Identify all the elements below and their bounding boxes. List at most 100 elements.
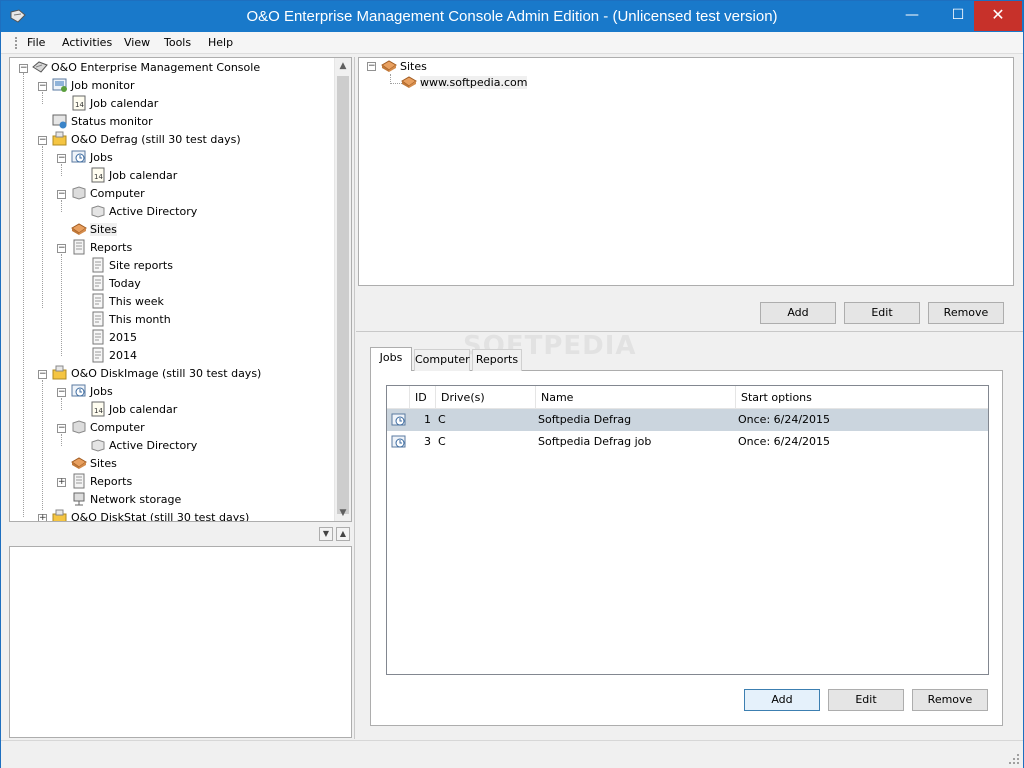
tree-item-status-monitor[interactable]: Status monitor bbox=[52, 113, 153, 131]
menu-view[interactable]: View bbox=[124, 36, 150, 49]
tree-item-oo-diskimage[interactable]: O&O DiskImage (still 30 test days) bbox=[52, 365, 261, 383]
tree-item-console[interactable]: O&O Enterprise Management Console bbox=[32, 59, 260, 77]
sites-icon bbox=[71, 457, 87, 469]
report-page-icon bbox=[92, 311, 104, 327]
tree-item-diskimage-active-directory[interactable]: Active Directory bbox=[90, 437, 197, 455]
tree-item-defrag-sites[interactable]: Sites bbox=[71, 221, 117, 239]
col-start-options-header[interactable]: Start options bbox=[736, 386, 988, 409]
tree-item-job-monitor[interactable]: Job monitor bbox=[52, 77, 135, 95]
site-item-softpedia[interactable]: www.softpedia.com bbox=[401, 74, 528, 92]
scroll-up-icon[interactable]: ▲ bbox=[335, 58, 351, 74]
tab-computer[interactable]: Computer bbox=[414, 349, 470, 371]
menu-file[interactable]: File bbox=[27, 36, 45, 49]
table-row[interactable]: 1 C Softpedia Defrag Once: 6/24/2015 bbox=[387, 409, 988, 431]
tab-reports[interactable]: Reports bbox=[472, 349, 522, 371]
cell-drive: C bbox=[438, 435, 446, 448]
jobs-remove-button[interactable]: Remove bbox=[912, 689, 988, 711]
table-row[interactable]: 3 C Softpedia Defrag job Once: 6/24/2015 bbox=[387, 431, 988, 453]
cell-id: 3 bbox=[424, 435, 431, 448]
tree-item-defrag-active-directory[interactable]: Active Directory bbox=[90, 203, 197, 221]
site-icon bbox=[401, 76, 417, 88]
tree-item-oo-defrag[interactable]: O&O Defrag (still 30 test days) bbox=[52, 131, 241, 149]
report-page-icon bbox=[92, 275, 104, 291]
collapse-toggle-defrag-computer[interactable]: − bbox=[57, 190, 66, 199]
horizontal-splitter[interactable] bbox=[356, 331, 1023, 332]
jobs-icon bbox=[71, 384, 86, 397]
tree-item-defrag-reports[interactable]: Reports bbox=[71, 239, 132, 257]
resize-grip-icon[interactable] bbox=[1008, 753, 1020, 765]
collapse-toggle-sites-root[interactable]: − bbox=[367, 62, 376, 71]
calendar-icon: 14 bbox=[91, 167, 105, 183]
menu-help[interactable]: Help bbox=[208, 36, 233, 49]
svg-text:14: 14 bbox=[94, 407, 103, 415]
tree-item-today[interactable]: Today bbox=[90, 275, 141, 293]
tree-item-diskimage-computer[interactable]: Computer bbox=[71, 419, 145, 437]
navigation-tree[interactable]: O&O Enterprise Management Console Job mo… bbox=[9, 57, 352, 522]
cell-name: Softpedia Defrag bbox=[538, 413, 632, 426]
tree-item-diskimage-sites[interactable]: Sites bbox=[71, 455, 117, 473]
collapse-toggle-defrag-jobs[interactable]: − bbox=[57, 154, 66, 163]
job-icon bbox=[391, 413, 406, 426]
col-id-header[interactable]: ID bbox=[410, 386, 436, 409]
expand-toggle-diskstat[interactable]: + bbox=[38, 514, 47, 521]
expand-toggle-diskimage-reports[interactable]: + bbox=[57, 478, 66, 487]
menu-activities[interactable]: Activities bbox=[62, 36, 112, 49]
tree-item-oo-diskstat[interactable]: O&O DiskStat (still 30 test days) bbox=[52, 509, 249, 521]
minimize-button[interactable]: — bbox=[889, 1, 935, 31]
collapse-toggle-diskimage-jobs[interactable]: − bbox=[57, 388, 66, 397]
col-icon-header bbox=[387, 386, 410, 409]
collapse-toggle-job-monitor[interactable]: − bbox=[38, 82, 47, 91]
tree-item-2014[interactable]: 2014 bbox=[90, 347, 137, 365]
reports-icon bbox=[73, 239, 85, 255]
tab-jobs[interactable]: Jobs bbox=[370, 347, 412, 371]
sites-remove-button[interactable]: Remove bbox=[928, 302, 1004, 324]
report-page-icon bbox=[92, 257, 104, 273]
cell-id: 1 bbox=[424, 413, 431, 426]
tree-item-this-week[interactable]: This week bbox=[90, 293, 164, 311]
col-name-header[interactable]: Name bbox=[536, 386, 736, 409]
tree-item-job-calendar[interactable]: 14 Job calendar bbox=[71, 95, 158, 113]
window-title: O&O Enterprise Management Console Admin … bbox=[246, 8, 778, 25]
report-page-icon bbox=[92, 347, 104, 363]
sites-icon bbox=[381, 60, 397, 72]
tree-scroll-thumb[interactable] bbox=[337, 76, 349, 514]
collapse-toggle-diskimage-computer[interactable]: − bbox=[57, 424, 66, 433]
tree-item-site-reports[interactable]: Site reports bbox=[90, 257, 173, 275]
vertical-splitter[interactable] bbox=[354, 57, 355, 739]
tree-item-this-month[interactable]: This month bbox=[90, 311, 171, 329]
jobs-grid[interactable]: ID Drive(s) Name Start options 1 C Softp… bbox=[386, 385, 989, 675]
tree-item-diskimage-jobs[interactable]: Jobs bbox=[71, 383, 113, 401]
jobs-icon bbox=[71, 150, 86, 163]
sites-tree[interactable]: − Sites www.softpedia.com bbox=[358, 57, 1014, 286]
collapse-toggle-diskimage[interactable]: − bbox=[38, 370, 47, 379]
collapse-toggle-console[interactable]: − bbox=[19, 64, 28, 73]
sites-edit-button[interactable]: Edit bbox=[844, 302, 920, 324]
tree-item-defrag-computer[interactable]: Computer bbox=[71, 185, 145, 203]
tree-scrollbar[interactable]: ▲ ▼ bbox=[334, 58, 351, 521]
tree-item-network-storage[interactable]: Network storage bbox=[71, 491, 181, 509]
tree-item-defrag-job-calendar[interactable]: 14 Job calendar bbox=[90, 167, 177, 185]
tree-item-diskimage-reports[interactable]: Reports bbox=[71, 473, 132, 491]
tree-item-2015[interactable]: 2015 bbox=[90, 329, 137, 347]
jobs-add-button[interactable]: Add bbox=[744, 689, 820, 711]
close-button[interactable]: ✕ bbox=[974, 1, 1022, 31]
tree-item-diskimage-job-calendar[interactable]: 14 Job calendar bbox=[90, 401, 177, 419]
status-bar bbox=[1, 740, 1023, 768]
calendar-icon: 14 bbox=[91, 401, 105, 417]
menu-tools[interactable]: Tools bbox=[164, 36, 191, 49]
collapse-toggle-defrag-reports[interactable]: − bbox=[57, 244, 66, 253]
scroll-down-icon[interactable]: ▼ bbox=[335, 505, 351, 521]
lower-panel-controls: ▼ ▲ bbox=[9, 524, 352, 544]
title-bar[interactable]: O&O Enterprise Management Console Admin … bbox=[1, 1, 1023, 32]
active-directory-icon bbox=[91, 205, 105, 218]
active-directory-icon bbox=[91, 439, 105, 452]
collapse-toggle-defrag[interactable]: − bbox=[38, 136, 47, 145]
sites-add-button[interactable]: Add bbox=[760, 302, 836, 324]
panel-up-button[interactable]: ▲ bbox=[336, 527, 350, 541]
panel-down-button[interactable]: ▼ bbox=[319, 527, 333, 541]
col-drives-header[interactable]: Drive(s) bbox=[436, 386, 536, 409]
tree-item-defrag-jobs[interactable]: Jobs bbox=[71, 149, 113, 167]
jobs-edit-button[interactable]: Edit bbox=[828, 689, 904, 711]
menu-grip[interactable] bbox=[15, 37, 17, 49]
details-panel bbox=[9, 546, 352, 738]
